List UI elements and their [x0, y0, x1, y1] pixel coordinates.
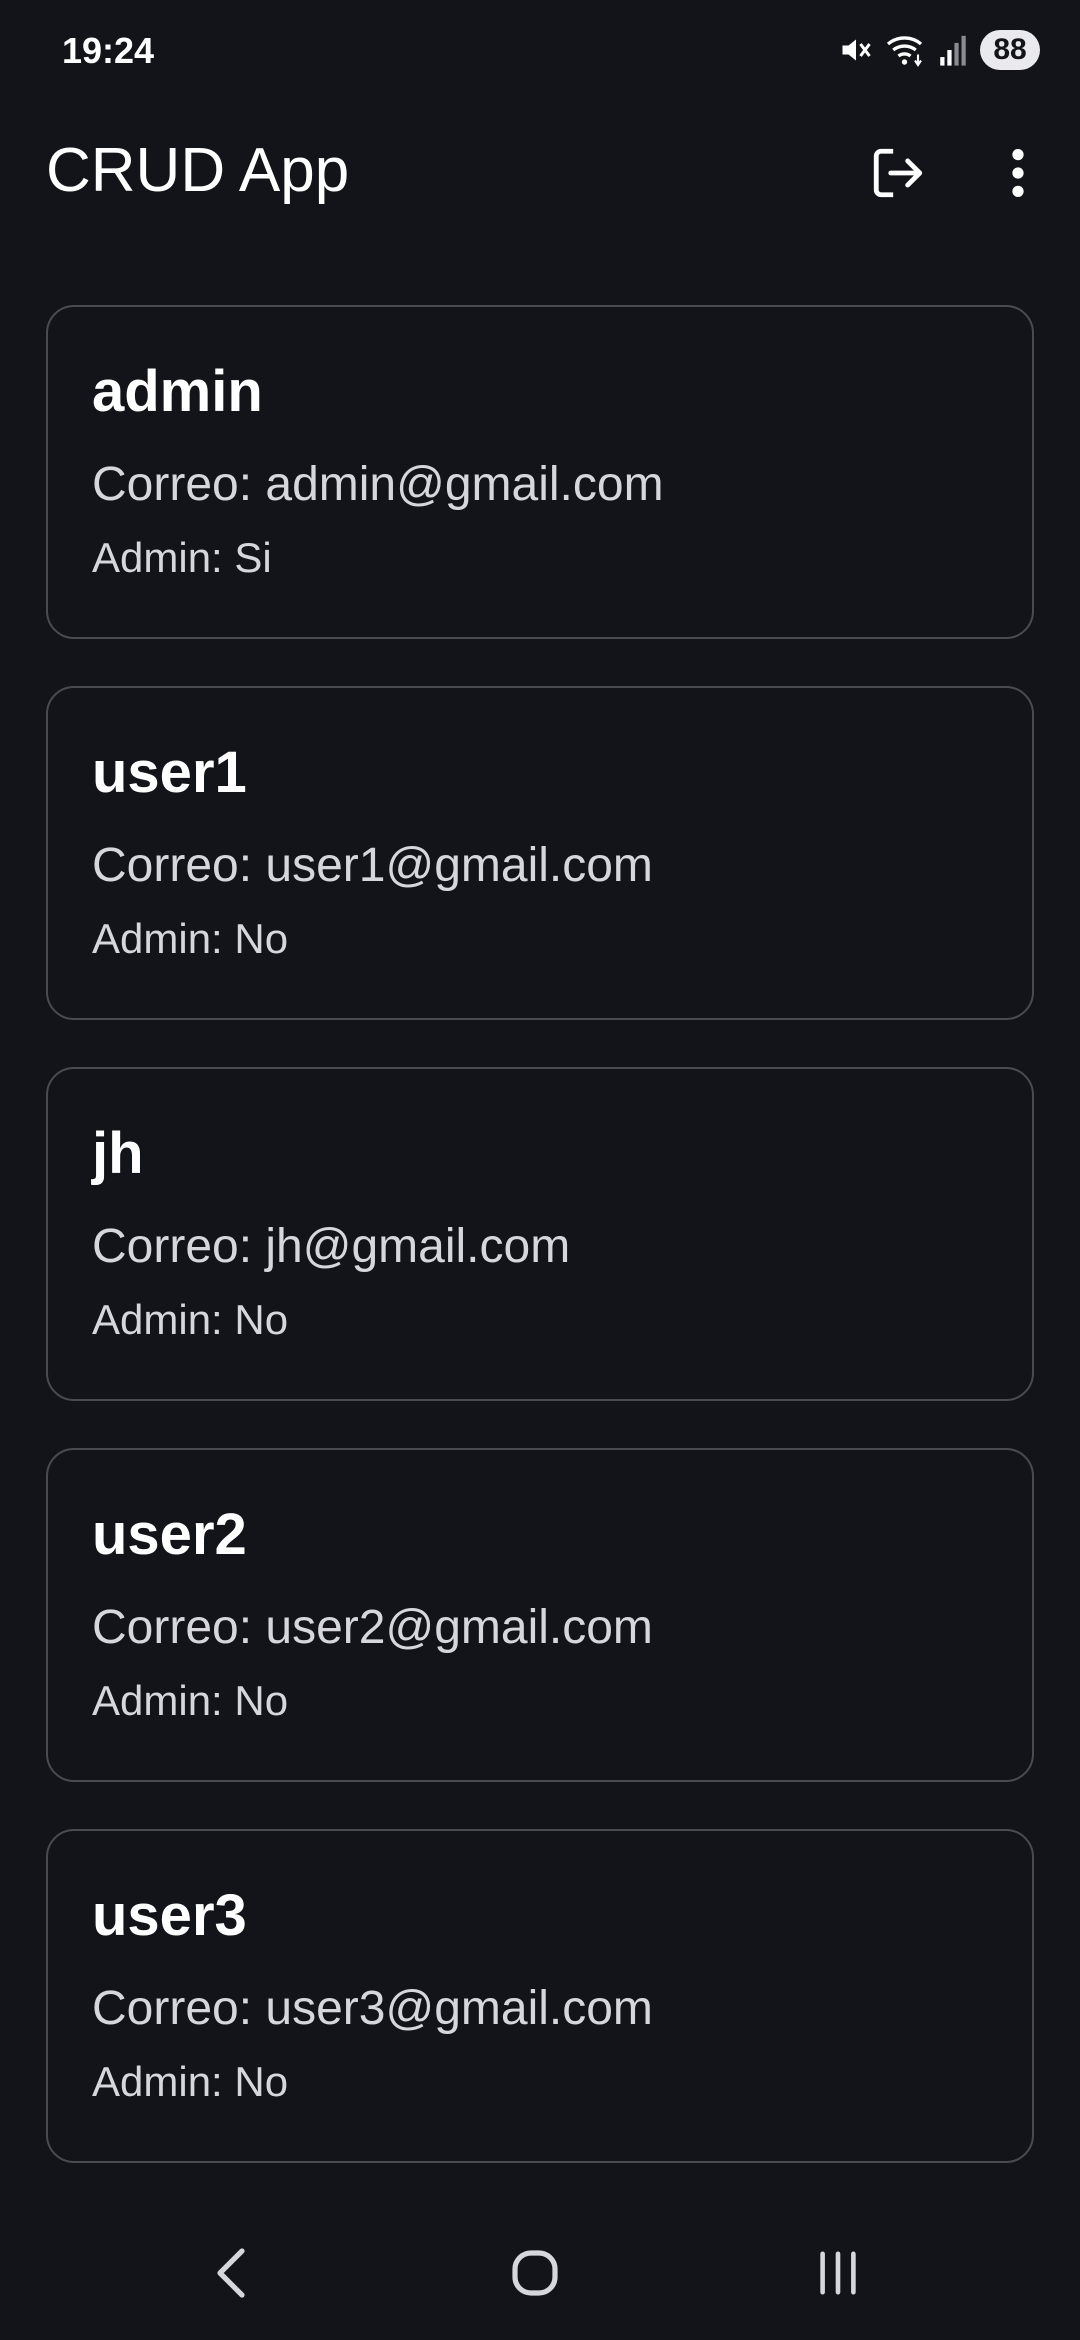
user-card[interactable]: admin Correo: admin@gmail.com Admin: Si: [46, 305, 1034, 639]
status-bar: 19:24 88: [0, 0, 1080, 100]
mute-icon: [838, 32, 874, 68]
app-title: CRUD App: [46, 136, 350, 205]
user-email: Correo: jh@gmail.com: [92, 1220, 571, 1273]
user-name: user2: [92, 1502, 247, 1567]
user-admin-status: Admin: No: [92, 915, 289, 962]
recents-button[interactable]: [778, 2220, 898, 2330]
user-admin-status: Admin: No: [92, 1677, 289, 1724]
user-email: Correo: admin@gmail.com: [92, 458, 664, 511]
user-email: Correo: user3@gmail.com: [92, 1982, 653, 2035]
user-card[interactable]: user2 Correo: user2@gmail.com Admin: No: [46, 1448, 1034, 1782]
recents-icon: [813, 2248, 863, 2303]
user-admin-status: Admin: No: [92, 2058, 289, 2105]
user-admin-status: Admin: No: [92, 1296, 289, 1343]
more-vert-icon: [1008, 147, 1028, 204]
user-list: admin Correo: admin@gmail.com Admin: Si …: [46, 305, 1034, 2210]
user-name: jh: [92, 1121, 144, 1186]
home-button[interactable]: [475, 2220, 595, 2330]
user-card[interactable]: user3 Correo: user3@gmail.com Admin: No: [46, 1829, 1034, 2163]
user-admin-status: Admin: Si: [92, 534, 272, 581]
wifi-icon: [886, 32, 926, 68]
user-email: Correo: user2@gmail.com: [92, 1601, 653, 1654]
status-time: 19:24: [62, 30, 155, 71]
user-name: user3: [92, 1883, 247, 1948]
back-icon: [212, 2245, 252, 2306]
user-email: Correo: user1@gmail.com: [92, 839, 653, 892]
back-button[interactable]: [172, 2220, 292, 2330]
logout-button[interactable]: [858, 135, 938, 215]
app-bar: CRUD App: [0, 115, 1080, 235]
user-name: admin: [92, 359, 263, 424]
status-icons: 88: [838, 28, 1040, 72]
user-card[interactable]: user1 Correo: user1@gmail.com Admin: No: [46, 686, 1034, 1020]
signal-icon: [938, 33, 968, 67]
user-name: user1: [92, 740, 247, 805]
battery-icon: 88: [980, 30, 1040, 70]
home-icon: [507, 2245, 563, 2306]
logout-icon: [869, 144, 927, 207]
system-nav-bar: [0, 2220, 1080, 2330]
user-card[interactable]: jh Correo: jh@gmail.com Admin: No: [46, 1067, 1034, 1401]
more-options-button[interactable]: [978, 135, 1058, 215]
